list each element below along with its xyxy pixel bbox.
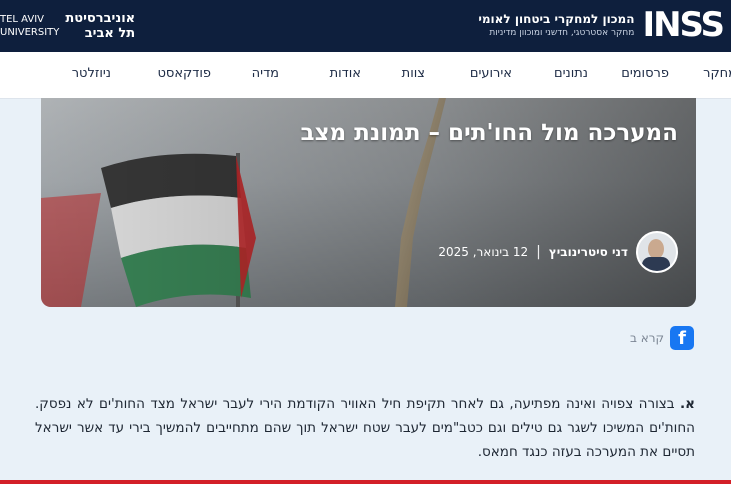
bottom-rule: [0, 480, 731, 484]
inss-logo-wordmark: INSS: [642, 5, 725, 45]
paragraph-lead-letter: א.: [680, 396, 695, 412]
nav-item-events[interactable]: אירועים: [470, 66, 512, 81]
nav-item-data[interactable]: נתונים: [554, 66, 588, 81]
publish-date: 12 בינואר, 2025: [438, 245, 529, 259]
article-paragraph: א. בצורה צפויה ואינה מפתיעה, גם לאחר תקי…: [35, 392, 695, 464]
inss-logo-text: המכון למחקרי ביטחון לאומי מחקר אסטרטגי, …: [478, 12, 634, 39]
nav-item-about[interactable]: אודות: [330, 66, 361, 81]
article-hero-image: המערכה מול החו'תים – תמונת מצב דני סיטרי…: [41, 98, 696, 307]
nav-item-newsletter[interactable]: ניוזלטר: [72, 66, 111, 81]
inss-subtitle: מחקר אסטרטגי, חדשני ומוכוון מדיניות: [489, 27, 635, 38]
tau-he-line1: אוניברסיטת: [65, 11, 136, 26]
tau-he-line2: תל אביב: [84, 26, 136, 41]
tau-logo[interactable]: TEL AVIV UNIVERSITY אוניברסיטת תל אביב: [0, 6, 135, 46]
inss-name: המכון למחקרי ביטחון לאומי: [478, 11, 635, 26]
tau-english: TEL AVIV UNIVERSITY: [0, 13, 59, 39]
paragraph-text: בצורה צפויה ואינה מפתיעה, גם לאחר תקיפת …: [35, 396, 695, 460]
site-header: INSS המכון למחקרי ביטחון לאומי מחקר אסטר…: [0, 0, 731, 52]
article-body: א. בצורה צפויה ואינה מפתיעה, גם לאחר תקי…: [35, 392, 695, 464]
share-row: f קרא ב: [630, 326, 694, 350]
nav-item-research[interactable]: מחקר: [703, 66, 731, 81]
share-label: קרא ב: [629, 331, 664, 345]
tau-hebrew: אוניברסיטת תל אביב: [65, 11, 135, 41]
article-title: המערכה מול החו'תים – תמונת מצב: [300, 120, 678, 146]
inss-logo[interactable]: INSS המכון למחקרי ביטחון לאומי מחקר אסטר…: [478, 5, 725, 45]
byline-separator: |: [536, 244, 541, 260]
nav-item-podcast[interactable]: פודקאסט: [157, 66, 211, 81]
nav-item-publications[interactable]: פרסומים: [621, 66, 669, 81]
tau-en-line2: UNIVERSITY: [0, 27, 60, 38]
nav-item-team[interactable]: צוות: [402, 66, 425, 81]
tau-en-line1: TEL AVIV: [0, 14, 45, 25]
article-byline: דני סיטרינוביץ | 12 בינואר, 2025: [438, 231, 678, 273]
facebook-icon[interactable]: f: [670, 326, 694, 350]
author-name[interactable]: דני סיטרינוביץ: [549, 245, 628, 259]
main-nav: מחקר פרסומים נתונים אירועים צוות אודות מ…: [0, 52, 731, 99]
author-avatar[interactable]: [636, 231, 678, 273]
nav-item-media[interactable]: מדיה: [252, 66, 279, 81]
